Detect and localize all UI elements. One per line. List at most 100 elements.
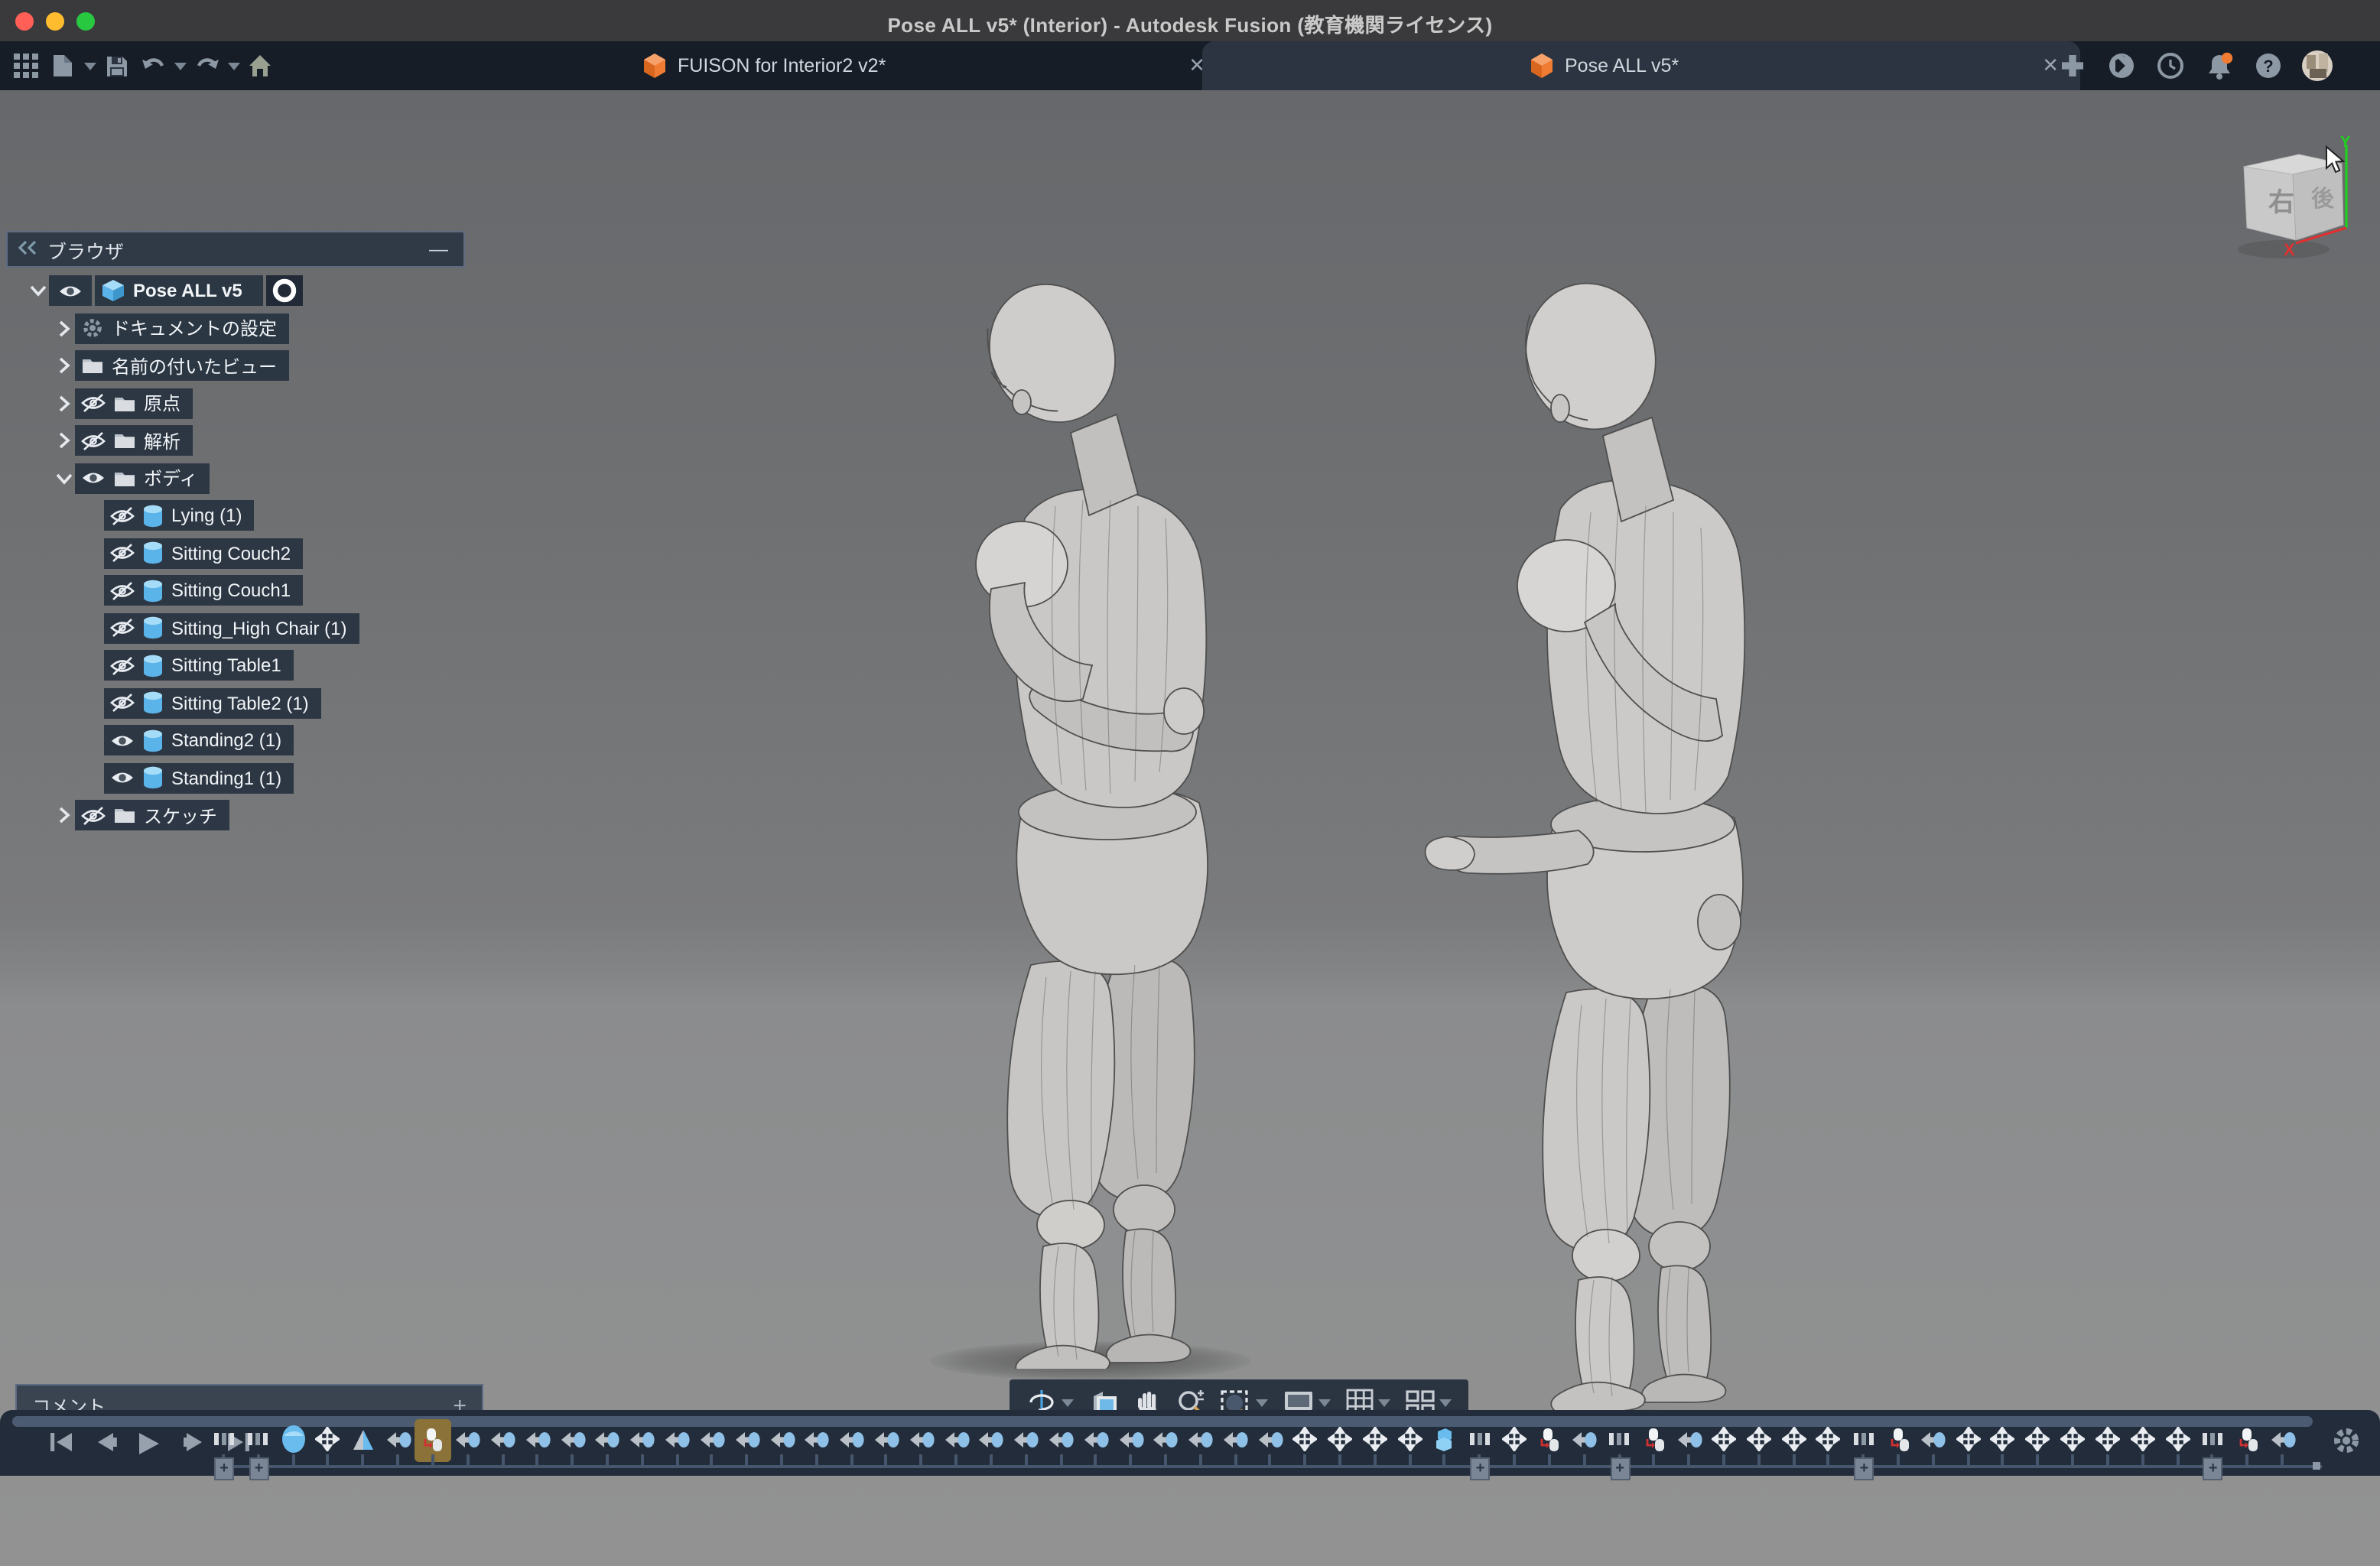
- item-label[interactable]: Sitting_High Chair (1): [104, 612, 359, 643]
- timeline-feature-material[interactable]: [1536, 1425, 1563, 1453]
- visibility-off-icon[interactable]: [110, 655, 135, 675]
- timeline-feature-presspull[interactable]: [1082, 1425, 1110, 1453]
- item-label[interactable]: Standing2 (1): [104, 725, 294, 755]
- minimize-panel-icon[interactable]: —: [429, 239, 448, 260]
- timeline-feature-move[interactable]: [314, 1425, 342, 1453]
- timeline-feature-group[interactable]: [1605, 1425, 1633, 1453]
- recent-clock-icon[interactable]: [2148, 49, 2193, 83]
- browser-item-row[interactable]: スケッチ: [54, 800, 465, 830]
- timeline-feature-presspull[interactable]: [454, 1425, 481, 1453]
- visibility-on-icon[interactable]: [81, 469, 106, 486]
- chevron-right-icon[interactable]: [54, 356, 75, 375]
- item-label[interactable]: スケッチ: [75, 800, 229, 830]
- visibility-off-icon[interactable]: [81, 393, 106, 413]
- timeline-feature-group[interactable]: [1466, 1425, 1494, 1453]
- browser-item-row[interactable]: Sitting Table2 (1): [104, 687, 465, 718]
- timeline-feature-presspull[interactable]: [558, 1425, 586, 1453]
- timeline-feature-presspull[interactable]: [698, 1425, 726, 1453]
- timeline-feature-presspull[interactable]: [1047, 1425, 1075, 1453]
- browser-item-row[interactable]: Sitting Couch1: [104, 575, 465, 606]
- timeline-feature-mirror[interactable]: [350, 1425, 377, 1453]
- chevron-down-icon[interactable]: [1062, 1399, 1074, 1406]
- visibility-off-icon[interactable]: [110, 543, 135, 563]
- activate-component-radio[interactable]: [267, 275, 304, 306]
- timeline-feature-move[interactable]: [1326, 1425, 1354, 1453]
- home-icon[interactable]: [243, 49, 277, 83]
- timeline-feature-move[interactable]: [1396, 1425, 1423, 1453]
- save-icon[interactable]: [99, 49, 133, 83]
- timeline-options-gear-icon[interactable]: [2331, 1425, 2362, 1456]
- timeline-feature-presspull[interactable]: [803, 1425, 831, 1453]
- chevron-down-icon[interactable]: [174, 62, 187, 70]
- timeline-feature-move[interactable]: [2128, 1425, 2156, 1453]
- chevron-down-icon[interactable]: [1439, 1399, 1452, 1406]
- browser-item-row[interactable]: Standing2 (1): [104, 725, 465, 755]
- skip-start-icon[interactable]: [49, 1431, 73, 1453]
- redo-icon[interactable]: [190, 49, 223, 83]
- timeline-feature-move[interactable]: [2024, 1425, 2052, 1453]
- mannequin-standing2[interactable]: [936, 274, 1265, 1369]
- extensions-icon[interactable]: [2099, 49, 2144, 83]
- timeline-feature-presspull[interactable]: [1012, 1425, 1039, 1453]
- timeline-feature-group[interactable]: [1849, 1425, 1877, 1453]
- timeline-feature-presspull[interactable]: [663, 1425, 691, 1453]
- chevron-down-icon[interactable]: [84, 62, 96, 70]
- browser-item-row[interactable]: Sitting Couch2: [104, 538, 465, 568]
- timeline-feature-presspull[interactable]: [384, 1425, 411, 1453]
- tab-fuison-for-interior2[interactable]: FUISON for Interior2 v2* ✕: [624, 41, 1224, 90]
- timeline-feature-presspull[interactable]: [489, 1425, 516, 1453]
- timeline-feature-move[interactable]: [1780, 1425, 1807, 1453]
- timeline-feature-presspull[interactable]: [768, 1425, 795, 1453]
- chevron-down-icon[interactable]: [228, 62, 240, 70]
- user-avatar[interactable]: [2294, 49, 2340, 83]
- browser-item-row[interactable]: 名前の付いたビュー: [54, 350, 465, 381]
- browser-item-row[interactable]: Sitting Table1: [104, 650, 465, 681]
- timeline-feature-presspull[interactable]: [593, 1425, 621, 1453]
- expand-group-button[interactable]: +: [1471, 1457, 1491, 1480]
- item-label[interactable]: Lying (1): [104, 500, 255, 531]
- item-label[interactable]: Sitting Table2 (1): [104, 687, 321, 718]
- item-label[interactable]: ドキュメントの設定: [75, 313, 289, 343]
- chevron-down-icon[interactable]: [1378, 1399, 1390, 1406]
- visibility-off-icon[interactable]: [81, 805, 106, 825]
- item-label[interactable]: Sitting Couch2: [104, 538, 303, 568]
- timeline-feature-move[interactable]: [2059, 1425, 2086, 1453]
- visibility-on-icon[interactable]: [110, 732, 135, 749]
- timeline-feature-sphere[interactable]: [279, 1425, 307, 1453]
- help-icon[interactable]: ?: [2245, 49, 2291, 83]
- timeline-feature-presspull[interactable]: [1570, 1425, 1598, 1453]
- component-label[interactable]: Pose ALL v5: [95, 275, 264, 306]
- notifications-bell-icon[interactable]: [2196, 49, 2242, 83]
- expand-group-button[interactable]: +: [1854, 1457, 1874, 1480]
- timeline-feature-presspull[interactable]: [873, 1425, 900, 1453]
- item-label[interactable]: 名前の付いたビュー: [75, 350, 289, 381]
- timeline-feature-presspull[interactable]: [524, 1425, 551, 1453]
- timeline-feature-presspull[interactable]: [942, 1425, 970, 1453]
- step-back-icon[interactable]: [93, 1431, 118, 1453]
- timeline-feature-presspull[interactable]: [977, 1425, 1005, 1453]
- chevron-down-icon[interactable]: [1256, 1399, 1268, 1406]
- timeline-feature-move[interactable]: [1745, 1425, 1773, 1453]
- timeline-feature-move[interactable]: [1501, 1425, 1528, 1453]
- visibility-off-icon[interactable]: [110, 693, 135, 713]
- timeline-feature-move[interactable]: [1954, 1425, 1982, 1453]
- chevron-right-icon[interactable]: [54, 431, 75, 450]
- visibility-off-icon[interactable]: [81, 430, 106, 450]
- visibility-off-icon[interactable]: [110, 505, 135, 525]
- timeline-feature-move[interactable]: [2164, 1425, 2191, 1453]
- visibility-off-icon[interactable]: [110, 618, 135, 638]
- item-label[interactable]: 解析: [75, 425, 193, 456]
- timeline-feature-material[interactable]: [1640, 1425, 1668, 1453]
- timeline-feature-presspull[interactable]: [1257, 1425, 1284, 1453]
- timeline-feature-move[interactable]: [1989, 1425, 2017, 1453]
- item-label[interactable]: ボディ: [75, 463, 210, 493]
- timeline-feature-move[interactable]: [1291, 1425, 1318, 1453]
- timeline-feature-material[interactable]: [419, 1425, 447, 1453]
- timeline-feature-presspull[interactable]: [1221, 1425, 1249, 1453]
- timeline-feature-material[interactable]: [2233, 1425, 2261, 1453]
- timeline-feature-presspull[interactable]: [1187, 1425, 1214, 1453]
- chevron-right-icon[interactable]: [54, 394, 75, 412]
- browser-item-row[interactable]: ドキュメントの設定: [54, 313, 465, 343]
- chevron-down-icon[interactable]: [54, 472, 75, 484]
- browser-item-row[interactable]: Standing1 (1): [104, 762, 465, 793]
